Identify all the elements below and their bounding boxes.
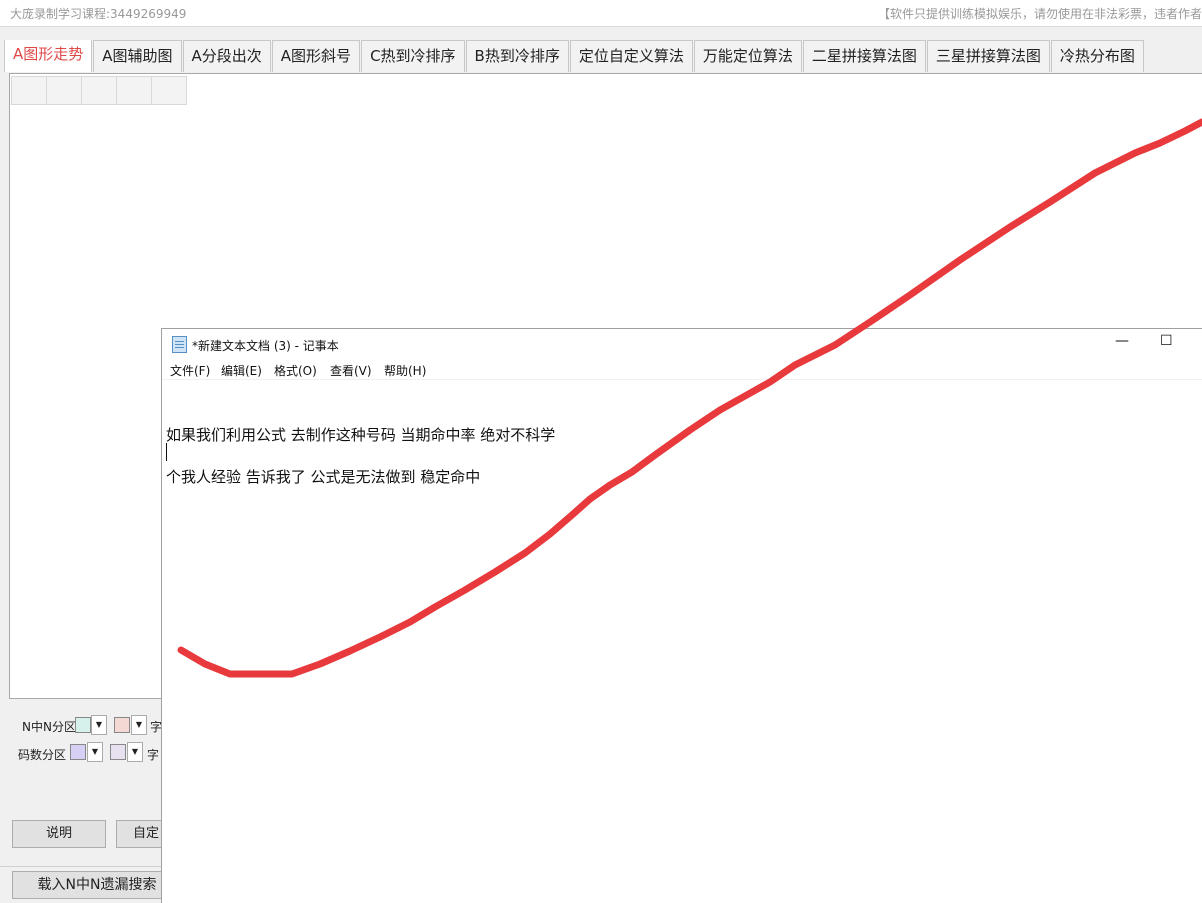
code-color-swatch-2[interactable] [110, 744, 126, 760]
chevron-down-icon[interactable]: ▼ [87, 742, 103, 762]
tab-hot-cold-distribution[interactable]: 冷热分布图 [1050, 40, 1144, 72]
chevron-down-icon[interactable]: ▼ [127, 742, 143, 762]
text-line-1[interactable]: 如果我们利用公式 去制作这种号码 当期命中率 绝对不科学 [166, 424, 555, 445]
nzhongn-color-swatch-1[interactable] [75, 717, 91, 733]
tab-a-segment-count[interactable]: A分段出次 [182, 40, 271, 72]
code-partition-label: 码数分区 [18, 748, 67, 762]
minimize-icon[interactable]: — [1115, 333, 1129, 349]
text-line-2[interactable]: 个我人经验 告诉我了 公式是无法做到 稳定命中 [166, 466, 480, 487]
text-caret [166, 443, 167, 461]
tab-b-hot-cold-sort[interactable]: B热到冷排序 [465, 40, 569, 72]
font-label: 字 [147, 748, 160, 762]
tab-a-graph-trend[interactable]: A图形走势 [4, 40, 93, 72]
nzhongn-color-swatch-2[interactable] [114, 717, 130, 733]
chevron-down-icon[interactable]: ▼ [91, 715, 107, 735]
code-color-swatch-1[interactable] [70, 744, 86, 760]
chevron-down-icon[interactable]: ▼ [131, 715, 147, 735]
app-titlebar: 大庞录制学习课程:3449269949 【软件只提供训练模拟娱乐，请勿使用在非法… [0, 0, 1202, 27]
menu-format[interactable]: 格式(O) [274, 362, 317, 379]
app-disclaimer: 【软件只提供训练模拟娱乐，请勿使用在非法彩票，违者作者 [877, 7, 1202, 21]
explain-button[interactable]: 说明 [12, 820, 106, 848]
grid-cell[interactable] [151, 76, 187, 105]
tab-three-star-splice[interactable]: 三星拼接算法图 [926, 40, 1050, 72]
notepad-title: *新建文本文档 (3) - 记事本 [192, 339, 339, 353]
grid-cell[interactable] [116, 76, 152, 105]
tab-custom-position-algo[interactable]: 定位自定义算法 [569, 40, 693, 72]
grid-cell[interactable] [46, 76, 82, 105]
tab-two-star-splice[interactable]: 二星拼接算法图 [802, 40, 926, 72]
tab-strip: A图形走势 A图辅助图 A分段出次 A图形斜号 C热到冷排序 B热到冷排序 定位自定义算法万… [4, 40, 1202, 72]
notepad-menubar: 文件(F) 编辑(E) 格式(O) 查看(V) 帮助(H) [162, 359, 1202, 380]
menu-file[interactable]: 文件(F) [170, 362, 210, 379]
data-grid-header [11, 76, 187, 105]
notepad-titlebar: *新建文本文档 (3) - 记事本 — ☐ [162, 329, 1202, 359]
load-nzhongn-missing-search-button[interactable]: 载入N中N遗漏搜索 [12, 871, 182, 899]
tab-a-graph-diagonal[interactable]: A图形斜号 [271, 40, 361, 72]
tab-universal-position-algo[interactable]: 万能定位算法 [693, 40, 802, 72]
grid-cell[interactable] [81, 76, 117, 105]
menu-help[interactable]: 帮助(H) [384, 362, 426, 379]
tab-a-aux-graph[interactable]: A图辅助图 [93, 40, 182, 72]
nzhongn-partition-label: N中N分区 [22, 720, 76, 734]
app-title: 大庞录制学习课程:3449269949 [10, 7, 187, 21]
menu-edit[interactable]: 编辑(E) [221, 362, 262, 379]
tab-c-hot-cold-sort[interactable]: C热到冷排序 [361, 40, 465, 72]
notepad-window: *新建文本文档 (3) - 记事本 — ☐ 文件(F) 编辑(E) 格式(O) … [161, 328, 1202, 903]
grid-cell[interactable] [11, 76, 47, 105]
menu-view[interactable]: 查看(V) [330, 362, 372, 379]
maximize-icon[interactable]: ☐ [1160, 333, 1173, 349]
notepad-icon [172, 336, 187, 353]
